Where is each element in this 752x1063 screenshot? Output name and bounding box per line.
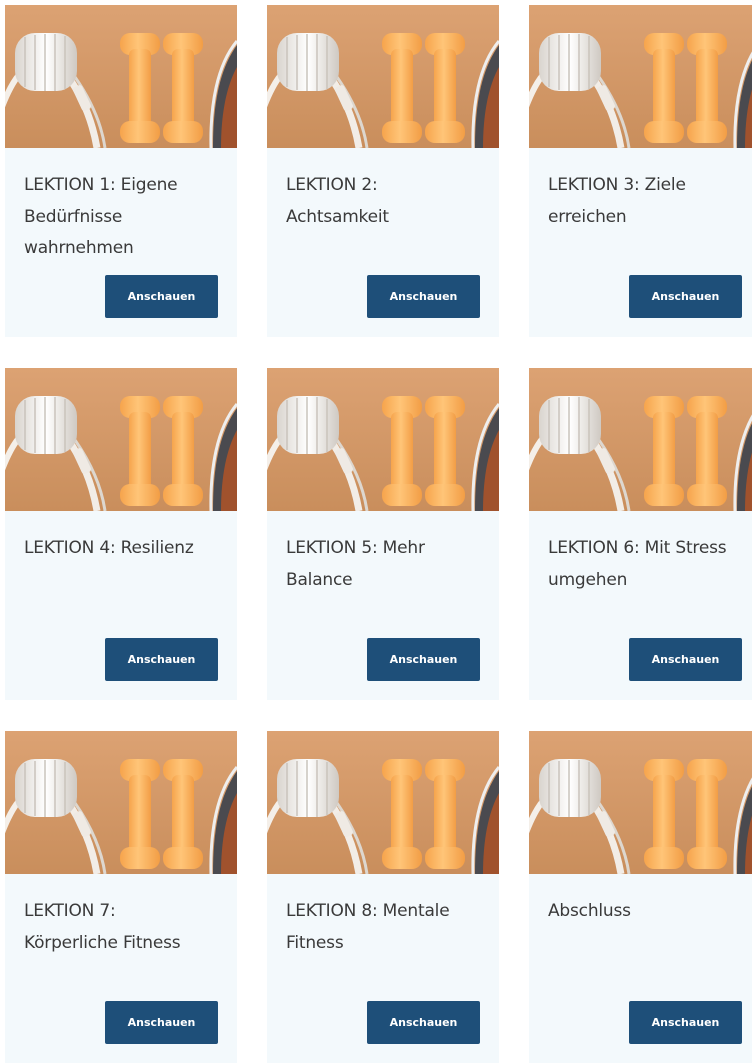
lesson-thumbnail-image <box>529 731 752 874</box>
lesson-card-1: LEKTION 1: Eigene Bedürfnisse wahrnehmen… <box>5 5 237 337</box>
lesson-thumbnail-image <box>267 368 499 511</box>
watch-button[interactable]: Anschauen <box>105 1001 218 1044</box>
lesson-title: LEKTION 7: Körperliche Fitness <box>24 901 181 953</box>
watch-button[interactable]: Anschauen <box>629 275 742 318</box>
lesson-thumbnail-image <box>529 5 752 148</box>
lesson-grid: LEKTION 1: Eigene Bedürfnisse wahrnehmen… <box>5 5 752 1063</box>
watch-button[interactable]: Anschauen <box>105 638 218 681</box>
lesson-card-9: Abschluss Anschauen <box>529 731 752 1063</box>
lesson-thumbnail-image <box>529 368 752 511</box>
lesson-thumbnail-image <box>5 5 237 148</box>
lesson-title: LEKTION 6: Mit Stress umgehen <box>548 538 727 590</box>
lesson-title: LEKTION 2: Achtsamkeit <box>286 175 389 227</box>
watch-button[interactable]: Anschauen <box>629 638 742 681</box>
lesson-thumbnail-image <box>5 731 237 874</box>
lesson-card-2: LEKTION 2: Achtsamkeit Anschauen <box>267 5 499 337</box>
lesson-title: Abschluss <box>548 901 631 921</box>
lesson-title: LEKTION 3: Ziele erreichen <box>548 175 686 227</box>
lesson-thumbnail-image <box>267 5 499 148</box>
lesson-title: LEKTION 1: Eigene Bedürfnisse wahrnehmen <box>24 175 178 258</box>
lesson-card-6: LEKTION 6: Mit Stress umgehen Anschauen <box>529 368 752 700</box>
lesson-title: LEKTION 8: Mentale Fitness <box>286 901 450 953</box>
lesson-title: LEKTION 5: Mehr Balance <box>286 538 425 590</box>
watch-button[interactable]: Anschauen <box>105 275 218 318</box>
lesson-card-4: LEKTION 4: Resilienz Anschauen <box>5 368 237 700</box>
lesson-title: LEKTION 4: Resilienz <box>24 538 194 558</box>
lesson-card-8: LEKTION 8: Mentale Fitness Anschauen <box>267 731 499 1063</box>
watch-button[interactable]: Anschauen <box>367 1001 480 1044</box>
lesson-card-5: LEKTION 5: Mehr Balance Anschauen <box>267 368 499 700</box>
lesson-card-3: LEKTION 3: Ziele erreichen Anschauen <box>529 5 752 337</box>
lesson-thumbnail-image <box>267 731 499 874</box>
lesson-thumbnail-image <box>5 368 237 511</box>
lesson-card-7: LEKTION 7: Körperliche Fitness Anschauen <box>5 731 237 1063</box>
watch-button[interactable]: Anschauen <box>367 638 480 681</box>
watch-button[interactable]: Anschauen <box>629 1001 742 1044</box>
watch-button[interactable]: Anschauen <box>367 275 480 318</box>
